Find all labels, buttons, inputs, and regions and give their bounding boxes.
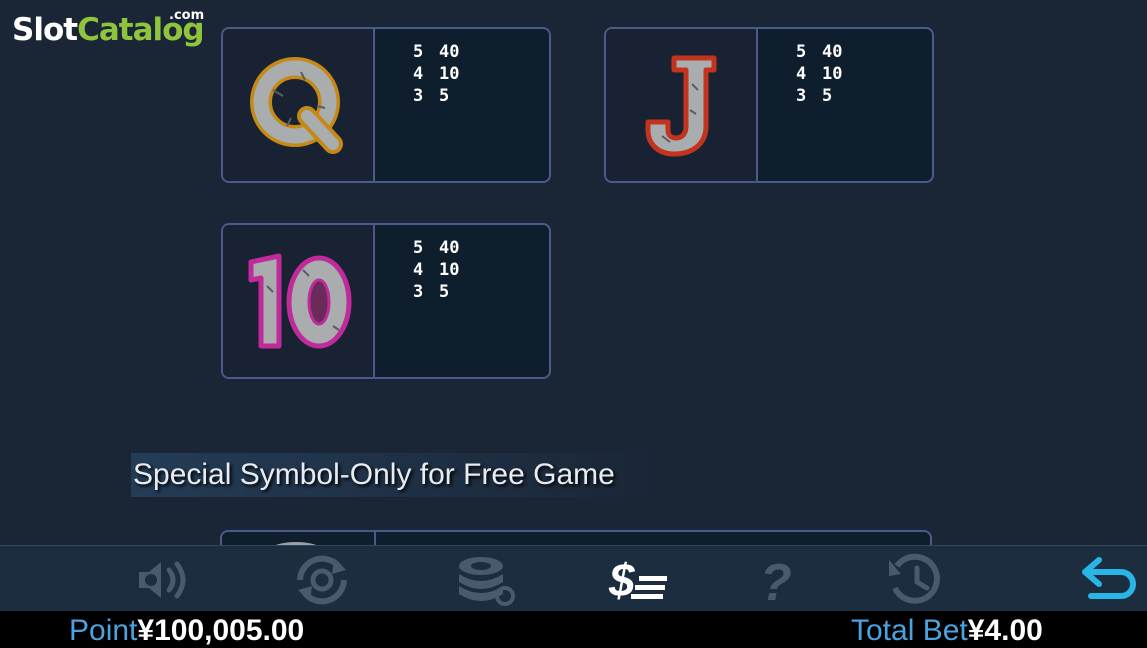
paytable-card-q: 5 40 4 10 35	[221, 27, 551, 183]
bet-settings-button[interactable]	[450, 550, 520, 610]
symbol-j-icon	[606, 29, 758, 181]
history-button[interactable]	[880, 550, 950, 610]
paytable-button[interactable]: $	[604, 550, 674, 610]
back-icon	[1082, 557, 1136, 599]
symbol-10-icon	[223, 225, 375, 377]
special-symbol-heading: Special Symbol-Only for Free Game	[131, 453, 681, 497]
help-icon: ?	[760, 554, 792, 608]
help-button[interactable]: ?	[742, 550, 812, 610]
point-display: Point¥100,005.00	[69, 614, 304, 648]
total-bet-value: ¥4.00	[967, 614, 1043, 647]
status-bar: Point¥100,005.00 Total Bet¥4.00	[0, 611, 1147, 648]
point-label: Point	[69, 614, 138, 647]
paytable-icon: $	[608, 554, 667, 606]
svg-text:?: ?	[760, 554, 792, 608]
autoplay-icon	[297, 555, 347, 605]
slotcatalog-logo: SlotCatalog .com	[12, 8, 205, 48]
point-value: ¥100,005.00	[137, 614, 305, 647]
bottom-toolbar: $ ?	[0, 545, 1147, 611]
bet-settings-icon	[459, 557, 515, 606]
symbol-q-icon	[223, 29, 375, 181]
sound-button[interactable]	[130, 550, 200, 610]
sound-icon	[139, 561, 186, 599]
history-icon	[889, 553, 940, 604]
autoplay-button[interactable]	[287, 550, 357, 610]
paytable-card-10: 5 40 4 10 35	[221, 223, 551, 379]
total-bet-display: Total Bet¥4.00	[851, 614, 1043, 648]
back-button[interactable]	[1074, 550, 1144, 610]
paytable-card-j: 5 40 4 10 35	[604, 27, 934, 183]
svg-text:$: $	[608, 554, 635, 606]
total-bet-label: Total Bet	[851, 614, 968, 647]
